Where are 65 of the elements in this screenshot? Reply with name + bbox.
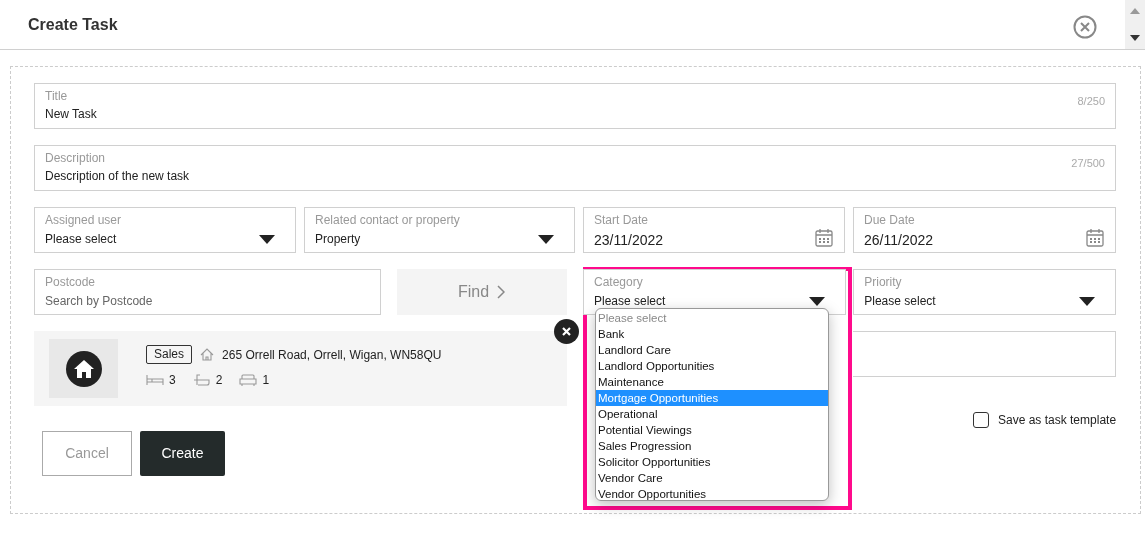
scroll-down-icon[interactable]	[1130, 35, 1140, 41]
caret-icon	[809, 296, 825, 306]
description-field[interactable]: Description 27/500 Description of the new task	[34, 145, 1116, 191]
postcode-field[interactable]: Postcode Search by Postcode	[34, 269, 381, 315]
create-button[interactable]: Create	[140, 431, 225, 476]
related-contact-dropdown[interactable]: Related contact or property Property	[304, 207, 575, 253]
caret-icon	[1079, 296, 1095, 306]
input-field[interactable]	[853, 331, 1116, 377]
field-value: 26/11/2022	[864, 231, 934, 250]
bed-icon	[146, 374, 164, 386]
bath-icon	[192, 374, 211, 386]
caret-icon	[259, 234, 275, 244]
field-value: 23/11/2022	[594, 231, 664, 250]
field-value: Please select	[864, 293, 936, 310]
field-value: Please select	[45, 231, 117, 248]
field-label: Related contact or property	[315, 212, 460, 229]
field-value: Please select	[594, 293, 666, 310]
field-label: Category	[594, 274, 643, 291]
house-icon	[64, 349, 103, 388]
dropdown-option[interactable]: Operational	[596, 406, 828, 422]
caret-icon	[538, 234, 554, 244]
field-label: Assigned user	[45, 212, 122, 229]
due-date-field[interactable]: Due Date 26/11/2022	[853, 207, 1116, 253]
dropdown-option[interactable]: Potential Viewings	[596, 422, 828, 438]
dropdown-option[interactable]: Bank	[596, 326, 828, 342]
field-value: Property	[315, 231, 361, 248]
chevron-right-icon	[497, 285, 506, 299]
field-label: Priority	[864, 274, 902, 291]
checkbox[interactable]	[973, 412, 989, 428]
field-label: Start Date	[594, 212, 649, 229]
assigned-user-dropdown[interactable]: Assigned user Please select	[34, 207, 296, 253]
property-address: 265 Orrell Road, Orrell, Wigan, WN58QU	[222, 346, 442, 364]
bathroom-count: 2	[215, 372, 223, 389]
scrollbar[interactable]	[1125, 0, 1145, 49]
calendar-icon	[1086, 228, 1104, 247]
dropdown-option[interactable]: Solicitor Opportunities	[596, 454, 828, 470]
close-icon	[562, 327, 571, 336]
character-counter: 27/500	[1071, 156, 1105, 171]
priority-dropdown[interactable]: Priority Please select	[853, 269, 1116, 315]
title-field[interactable]: Title 8/250 New Task	[34, 83, 1116, 129]
dropdown-option[interactable]: Landlord Care	[596, 342, 828, 358]
dropdown-option[interactable]: Landlord Opportunities	[596, 358, 828, 374]
reception-count: 1	[262, 372, 270, 389]
sales-tag: Sales	[146, 345, 193, 364]
field-value: New Task	[45, 105, 97, 123]
dropdown-option[interactable]: Vendor Opportunities	[596, 486, 828, 500]
field-label: Postcode	[45, 274, 96, 291]
close-icon[interactable]	[1073, 15, 1097, 39]
field-label: Due Date	[864, 212, 915, 229]
placeholder-text: Search by Postcode	[45, 293, 153, 310]
bedroom-count: 3	[169, 372, 176, 389]
window-title: Create Task	[28, 14, 118, 35]
dropdown-option[interactable]: Sales Progression	[596, 438, 828, 454]
checkbox-label: Save as task template	[998, 412, 1117, 429]
dropdown-option[interactable]: Maintenance	[596, 374, 828, 390]
start-date-field[interactable]: Start Date 23/11/2022	[583, 207, 845, 253]
field-value: Description of the new task	[45, 167, 190, 185]
sofa-icon	[239, 374, 258, 386]
remove-property-button[interactable]	[554, 319, 579, 344]
dropdown-option[interactable]: Vendor Care	[596, 470, 828, 486]
calendar-icon	[815, 228, 833, 247]
field-label: Title	[45, 88, 68, 105]
field-label: Description	[45, 150, 106, 167]
house-icon	[200, 348, 215, 361]
character-counter: 8/250	[1077, 94, 1105, 109]
